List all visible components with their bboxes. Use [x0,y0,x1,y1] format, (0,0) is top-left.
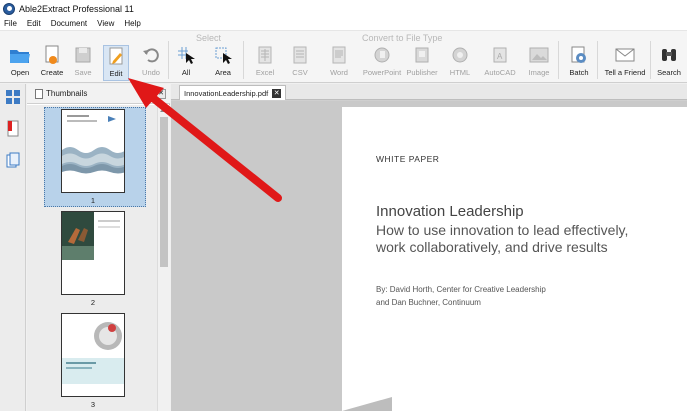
close-tab-icon[interactable]: ✕ [272,88,282,98]
batch-gear-icon [568,45,590,65]
thumbnail-page-3[interactable] [61,313,125,397]
select-all-button[interactable]: All [175,45,197,81]
convert-powerpoint-button[interactable]: PowerPoint [362,45,402,81]
autocad-icon: A [489,45,511,65]
convert-word-button[interactable]: Word [326,45,352,81]
binoculars-icon [658,45,680,65]
close-panel-button[interactable]: ✕ [156,89,166,99]
create-button[interactable]: Create [38,45,66,81]
menu-file[interactable]: File [4,19,17,28]
document-page[interactable]: WHITE PAPER Innovation Leadership How to… [342,107,687,411]
document-tab-label: InnovationLeadership.pdf [184,88,269,98]
convert-image-button[interactable]: Image [527,45,551,81]
document-tab-bar: InnovationLeadership.pdf ✕ [171,84,687,100]
menu-view[interactable]: View [97,19,114,28]
scroll-up-arrow-icon[interactable] [160,107,168,112]
thumbnail-page-number: 1 [90,196,96,205]
menu-document[interactable]: Document [51,19,87,28]
scrollbar-thumb[interactable] [160,117,168,267]
thumbnails-list: 1 2 3 [27,105,157,411]
folder-icon [9,45,31,65]
cursor-grid-icon [175,45,197,65]
menu-edit[interactable]: Edit [27,19,41,28]
excel-icon [254,45,276,65]
svg-text:A: A [497,52,503,61]
undo-button[interactable]: Undo [139,45,163,81]
csv-icon [289,45,311,65]
thumbnails-grid-icon [6,90,20,104]
save-button[interactable]: Save [71,45,95,81]
document-subtitle-line-1: How to use innovation to lead effectivel… [376,222,629,238]
pencil-icon [105,46,127,66]
floppy-disk-icon [72,45,94,65]
convert-autocad-button[interactable]: A AutoCAD [483,45,517,81]
document-canvas[interactable]: WHITE PAPER Innovation Leadership How to… [171,101,687,411]
thumbnail-page-2[interactable] [61,211,125,295]
page-1-preview [62,110,124,192]
edit-button[interactable]: Edit [103,45,129,81]
title-bar: Able2Extract Professional 11 [0,0,687,17]
attachments-icon [6,152,20,168]
thumbnail-page-number: 2 [90,298,96,307]
group-label-convert: Convert to File Type [362,33,443,43]
area-select-icon [212,45,234,65]
globe-icon [449,45,471,65]
thumbnail-page-number: 3 [90,400,96,409]
search-button[interactable]: Search [655,45,683,81]
create-pdf-icon [41,45,63,65]
document-byline-line-2: and Dan Buchner, Continuum [376,298,481,307]
thumbnails-panel: Thumbnails ✕ 1 2 3 [27,84,170,411]
bookmarks-panel-button[interactable] [4,120,22,138]
group-label-select: Select [196,33,222,43]
document-byline-line-1: By: David Horth, Center for Creative Lea… [376,285,546,294]
batch-button[interactable]: Batch [567,45,591,81]
document-title: Innovation Leadership [376,203,524,220]
ribbon-toolbar: Select Convert to File Type Open Create … [0,31,687,83]
attachments-panel-button[interactable] [4,152,22,170]
thumbnails-scrollbar[interactable] [157,105,170,411]
document-label: WHITE PAPER [376,154,440,164]
publisher-icon [411,45,433,65]
menu-bar: File Edit Document View Help [0,17,687,31]
thumbnails-title: Thumbnails [46,89,88,98]
tell-a-friend-button[interactable]: Tell a Friend [603,45,647,81]
convert-publisher-button[interactable]: Publisher [406,45,438,81]
select-area-button[interactable]: Area [211,45,235,81]
envelope-icon [614,45,636,65]
convert-excel-button[interactable]: Excel [252,45,278,81]
document-area: InnovationLeadership.pdf ✕ WHITE PAPER I… [171,84,687,411]
page-3-preview [62,314,124,396]
window-title: Able2Extract Professional 11 [19,3,134,14]
undo-icon [140,45,162,65]
thumbnails-header: Thumbnails ✕ [27,84,170,104]
document-tab[interactable]: InnovationLeadership.pdf ✕ [179,85,287,100]
word-icon [328,45,350,65]
app-logo-icon [3,2,15,15]
open-button[interactable]: Open [7,45,33,81]
convert-csv-button[interactable]: CSV [288,45,312,81]
left-rail [0,84,26,411]
bookmark-icon [7,120,19,137]
convert-html-button[interactable]: HTML [449,45,471,81]
thumbnail-page-1[interactable] [61,109,125,193]
powerpoint-icon [371,45,393,65]
document-subtitle-line-2: work collaboratively, and drive results [376,239,608,255]
thumbnails-panel-button[interactable] [4,88,22,106]
page-icon [35,88,43,99]
menu-help[interactable]: Help [124,19,140,28]
image-icon [528,45,550,65]
page-2-preview [62,212,124,294]
